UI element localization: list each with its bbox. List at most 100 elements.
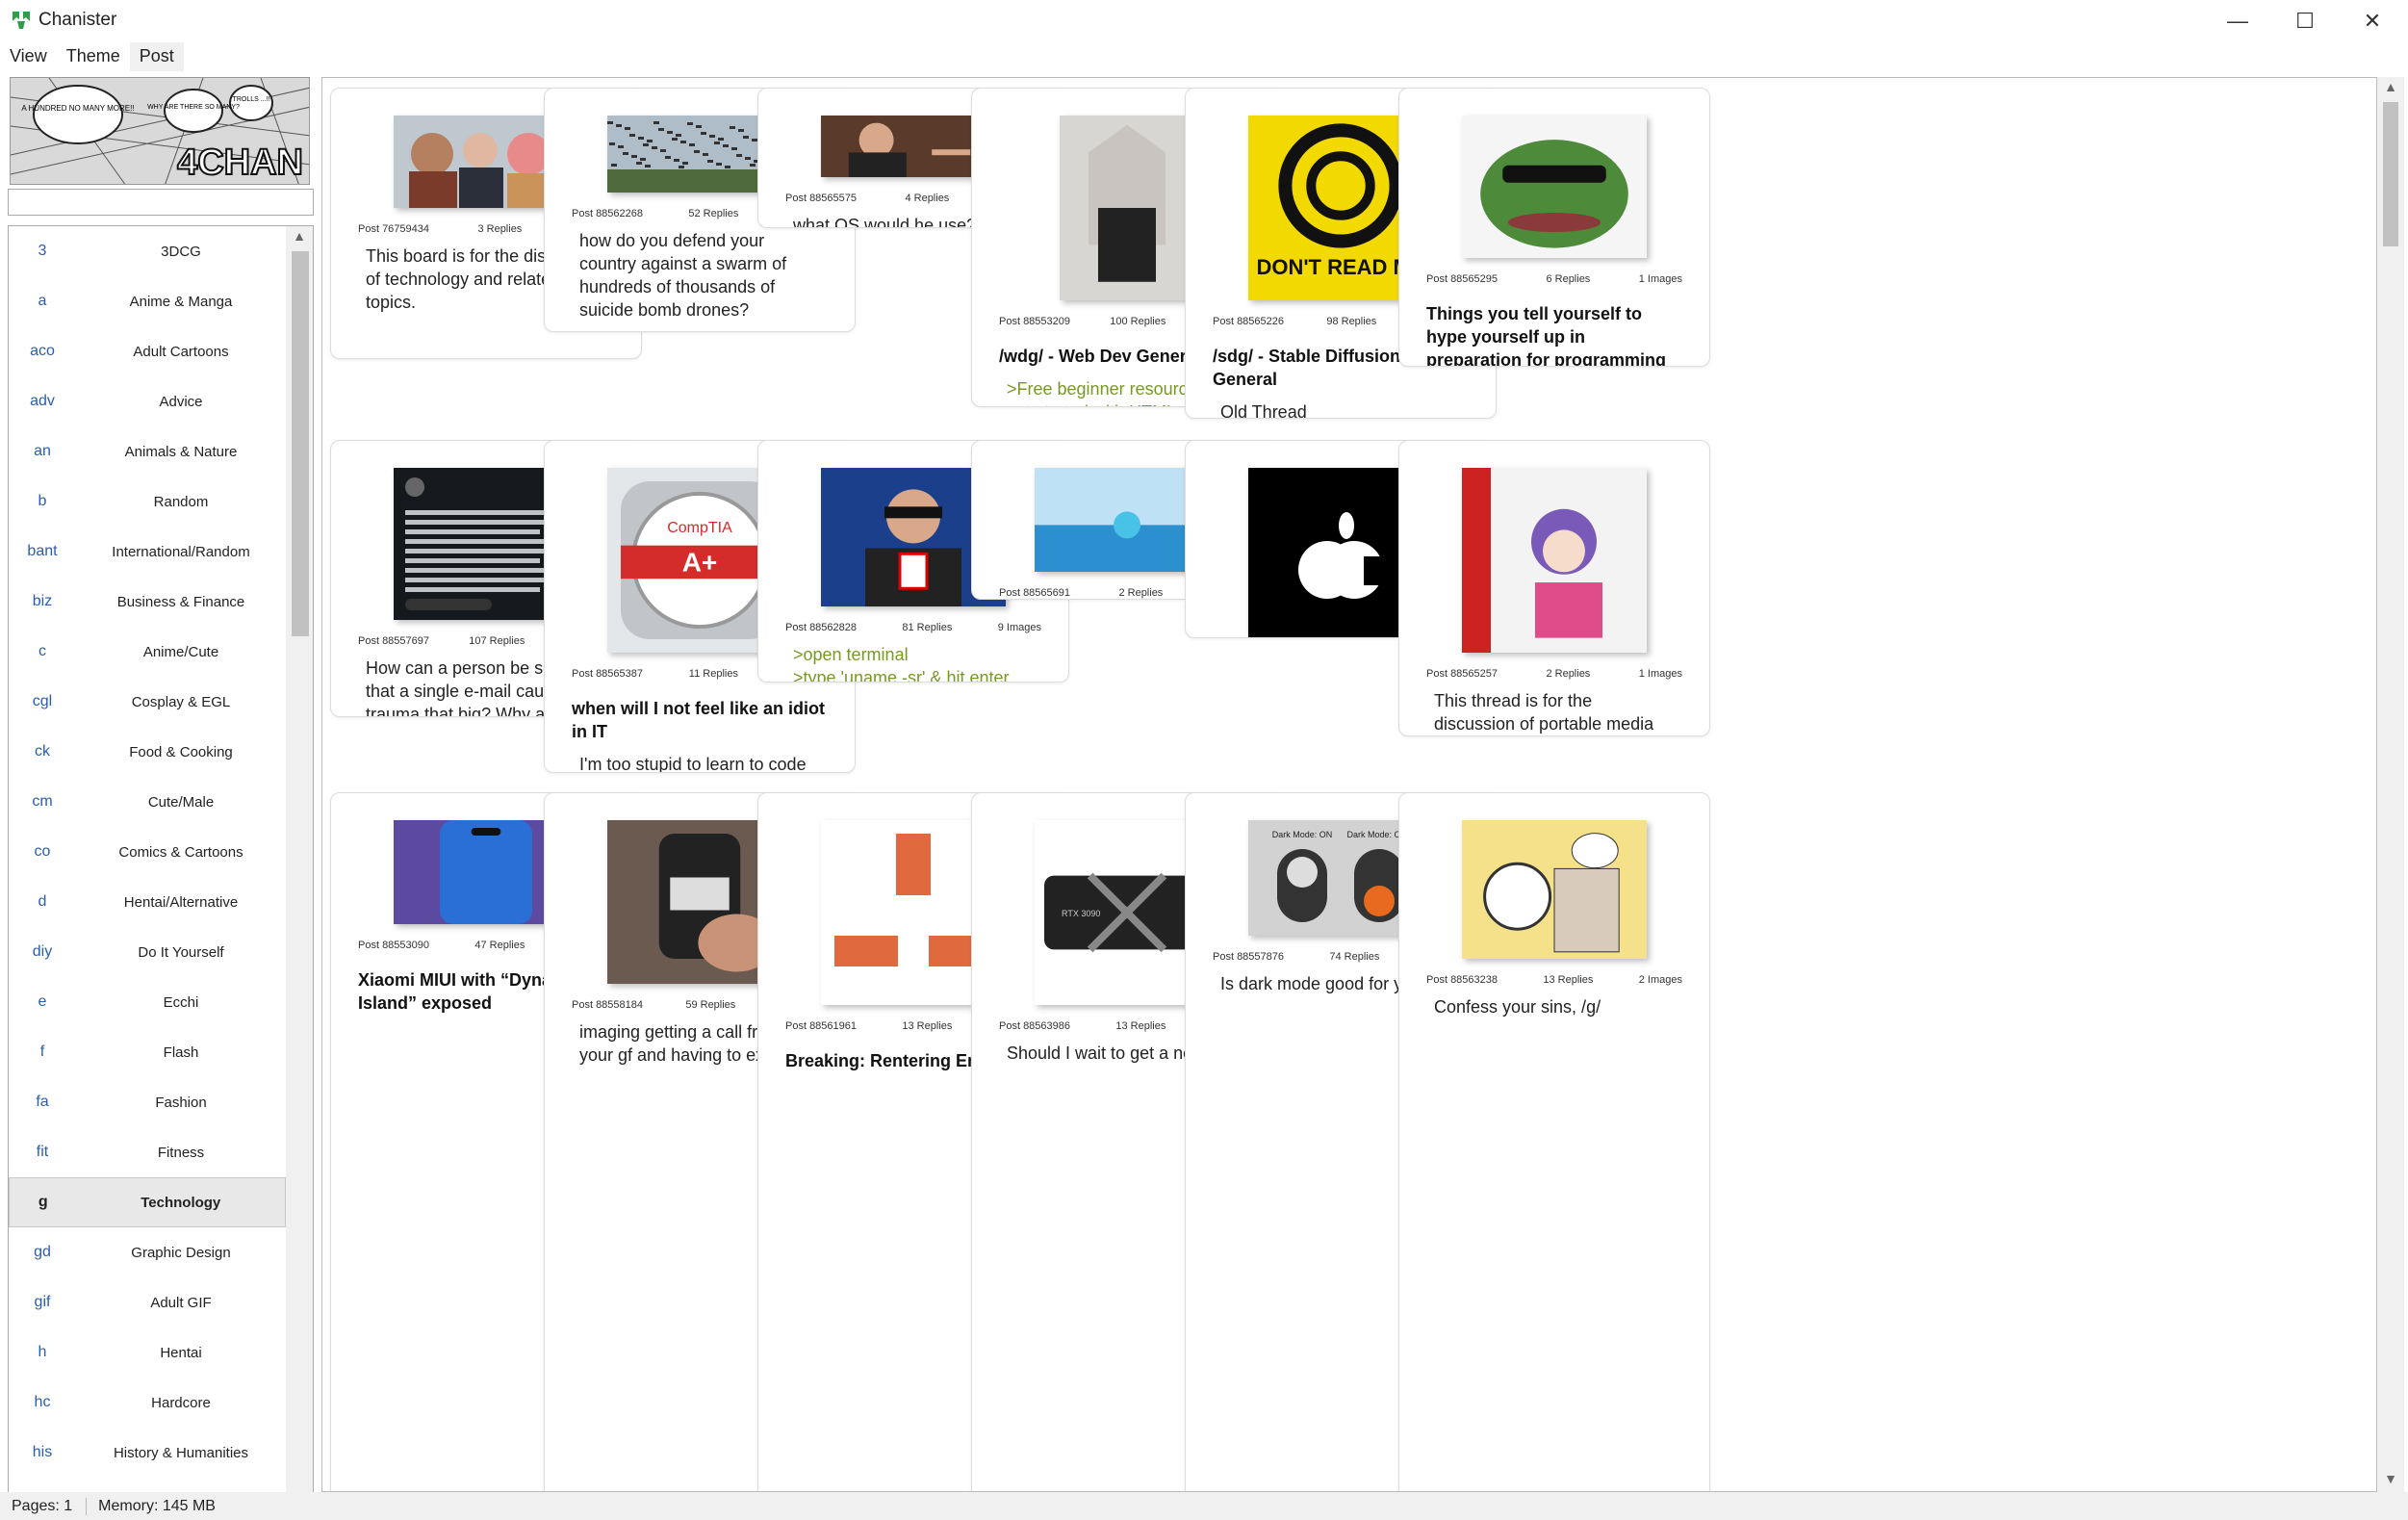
board-code: gd — [34, 1244, 51, 1260]
board-code: h — [38, 1344, 47, 1360]
board-item-h[interactable]: h Hentai — [9, 1327, 286, 1378]
thread-post: Post 76759434 — [358, 223, 430, 235]
board-code: b — [38, 493, 47, 509]
board-item-ck[interactable]: ck Food & Cooking — [9, 727, 286, 777]
board-list: 3 3DCG a Anime & Manga aco Adult Cartoons adv A… — [8, 225, 314, 1520]
thread-post: Post 88565257 — [1426, 668, 1499, 680]
board-item-d[interactable]: d Hentai/Alternative — [9, 877, 286, 927]
board-code: biz — [32, 593, 53, 609]
board-item-b[interactable]: b Random — [9, 477, 286, 527]
board-name: Flash — [163, 1043, 199, 1061]
thread-card[interactable]: Post 88563238 13 Replies 2 Images Confess y… — [1398, 792, 1710, 1491]
board-item-hc[interactable]: hc Hardcore — [9, 1378, 286, 1428]
thread-card[interactable]: Post 88565295 6 Replies 1 Images Things you… — [1398, 88, 1710, 367]
thread-images: 9 Images — [997, 622, 1041, 633]
menu-theme[interactable]: Theme — [57, 42, 130, 71]
board-code: 3 — [38, 243, 47, 259]
board-item-fit[interactable]: fit Fitness — [9, 1127, 286, 1177]
board-item-3[interactable]: 3 3DCG — [9, 226, 286, 276]
thread-catalog: Post 767594343 Replies3 ImagesThis board… — [321, 77, 2377, 1492]
thread-replies: 6 Replies — [1546, 273, 1591, 285]
scrollbar-thumb[interactable] — [292, 251, 309, 636]
board-item-bant[interactable]: bant International/Random — [9, 527, 286, 577]
board-item-gd[interactable]: gd Graphic Design — [9, 1227, 286, 1277]
menu-view[interactable]: View — [0, 42, 57, 71]
board-item-adv[interactable]: adv Advice — [9, 376, 286, 426]
board-name: Cosplay & EGL — [131, 693, 231, 710]
minimize-button[interactable]: — — [2204, 0, 2271, 42]
scroll-down-icon[interactable]: ▼ — [2377, 1471, 2404, 1486]
board-item-cm[interactable]: cm Cute/Male — [9, 777, 286, 827]
status-bar: Pages: 1 Memory: 145 MB — [0, 1492, 2408, 1520]
board-code: aco — [30, 343, 55, 359]
thread-thumbnail[interactable] — [1462, 116, 1647, 258]
thread-replies: 13 Replies — [1115, 1020, 1166, 1032]
thread-thumbnail[interactable] — [1060, 116, 1194, 300]
board-item-f[interactable]: f Flash — [9, 1027, 286, 1077]
thread-replies: 13 Replies — [902, 1020, 953, 1032]
thread-post: Post 88565295 — [1426, 273, 1499, 285]
board-code: c — [38, 643, 46, 659]
board-name: Animals & Nature — [124, 443, 238, 460]
sidebar: A HUNDRED NO MANY MORE!! WHY ARE THERE S… — [0, 71, 318, 1520]
board-code: cgl — [32, 693, 53, 709]
thread-replies: 107 Replies — [469, 635, 525, 647]
board-item-gif[interactable]: gif Adult GIF — [9, 1277, 286, 1327]
thread-replies: 2 Replies — [1546, 668, 1591, 680]
greentext: >open terminal >type 'uname -sr' & hit e… — [793, 645, 1010, 683]
thread-text: Old Thread — [1220, 402, 1307, 419]
banner-bubble-1: A HUNDRED NO MANY MORE!! — [21, 104, 134, 113]
board-item-e[interactable]: e Ecchi — [9, 977, 286, 1027]
board-item-fa[interactable]: fa Fashion — [9, 1077, 286, 1127]
board-code: cm — [32, 793, 53, 810]
thread-replies: 47 Replies — [474, 940, 525, 951]
board-item-c[interactable]: c Anime/Cute — [9, 627, 286, 677]
board-item-an[interactable]: an Animals & Nature — [9, 426, 286, 477]
board-code: e — [38, 993, 47, 1010]
thread-body: Confess your sins, /g/ — [1434, 997, 1601, 1017]
thread-thumbnail[interactable] — [1462, 468, 1647, 653]
maximize-button[interactable]: ☐ — [2271, 0, 2339, 42]
scroll-up-icon[interactable]: ▲ — [2377, 79, 2404, 94]
board-code: co — [34, 843, 51, 860]
board-name: Advice — [159, 393, 203, 410]
thread-replies: 59 Replies — [685, 999, 736, 1011]
catalog-scrollbar[interactable]: ▲ ▼ — [2377, 77, 2404, 1492]
menu-post[interactable]: Post — [129, 42, 184, 71]
board-name: Graphic Design — [131, 1244, 231, 1261]
thread-body: I'm too stupid to learn to code so I got… — [579, 755, 807, 773]
board-item-g[interactable]: g Technology — [9, 1177, 286, 1227]
board-code: a — [38, 293, 47, 309]
board-code: hc — [34, 1394, 51, 1410]
board-item-his[interactable]: his History & Humanities — [9, 1428, 286, 1478]
board-item-biz[interactable]: biz Business & Finance — [9, 577, 286, 627]
scroll-up-icon[interactable]: ▲ — [286, 228, 313, 244]
board-item-diy[interactable]: diy Do It Yourself — [9, 927, 286, 977]
pages-count: Pages: 1 — [12, 1497, 73, 1514]
board-item-co[interactable]: co Comics & Cartoons — [9, 827, 286, 877]
banner-text: 4CHAN — [177, 142, 303, 183]
thread-thumbnail[interactable] — [1462, 820, 1647, 959]
thread-post: Post 88565226 — [1213, 316, 1285, 327]
board-code: g — [38, 1194, 48, 1210]
board-name: History & Humanities — [113, 1444, 249, 1461]
thread-post: Post 88562828 — [785, 622, 858, 633]
board-item-cgl[interactable]: cgl Cosplay & EGL — [9, 677, 286, 727]
board-name: Fitness — [157, 1144, 205, 1161]
board-item-aco[interactable]: aco Adult Cartoons — [9, 326, 286, 376]
thread-post: Post 88563986 — [999, 1020, 1071, 1032]
board-code: fit — [36, 1144, 49, 1160]
thumb-label: CompTIA — [667, 520, 732, 536]
board-banner: A HUNDRED NO MANY MORE!! WHY ARE THERE S… — [10, 77, 310, 185]
window-title: Chanister — [38, 10, 117, 30]
thread-post: Post 88565575 — [785, 193, 858, 204]
board-code: bant — [27, 543, 58, 559]
board-list-scrollbar[interactable]: ▲ ▼ — [286, 226, 313, 1520]
board-search-input[interactable] — [8, 189, 314, 216]
board-name: Fashion — [155, 1094, 207, 1111]
scrollbar-thumb[interactable] — [2383, 102, 2398, 246]
close-button[interactable]: ✕ — [2339, 0, 2406, 42]
thread-card[interactable]: Post 88565257 2 Replies 1 Images This threa… — [1398, 440, 1710, 736]
thread-images: 2 Images — [1638, 974, 1682, 986]
board-item-a[interactable]: a Anime & Manga — [9, 276, 286, 326]
